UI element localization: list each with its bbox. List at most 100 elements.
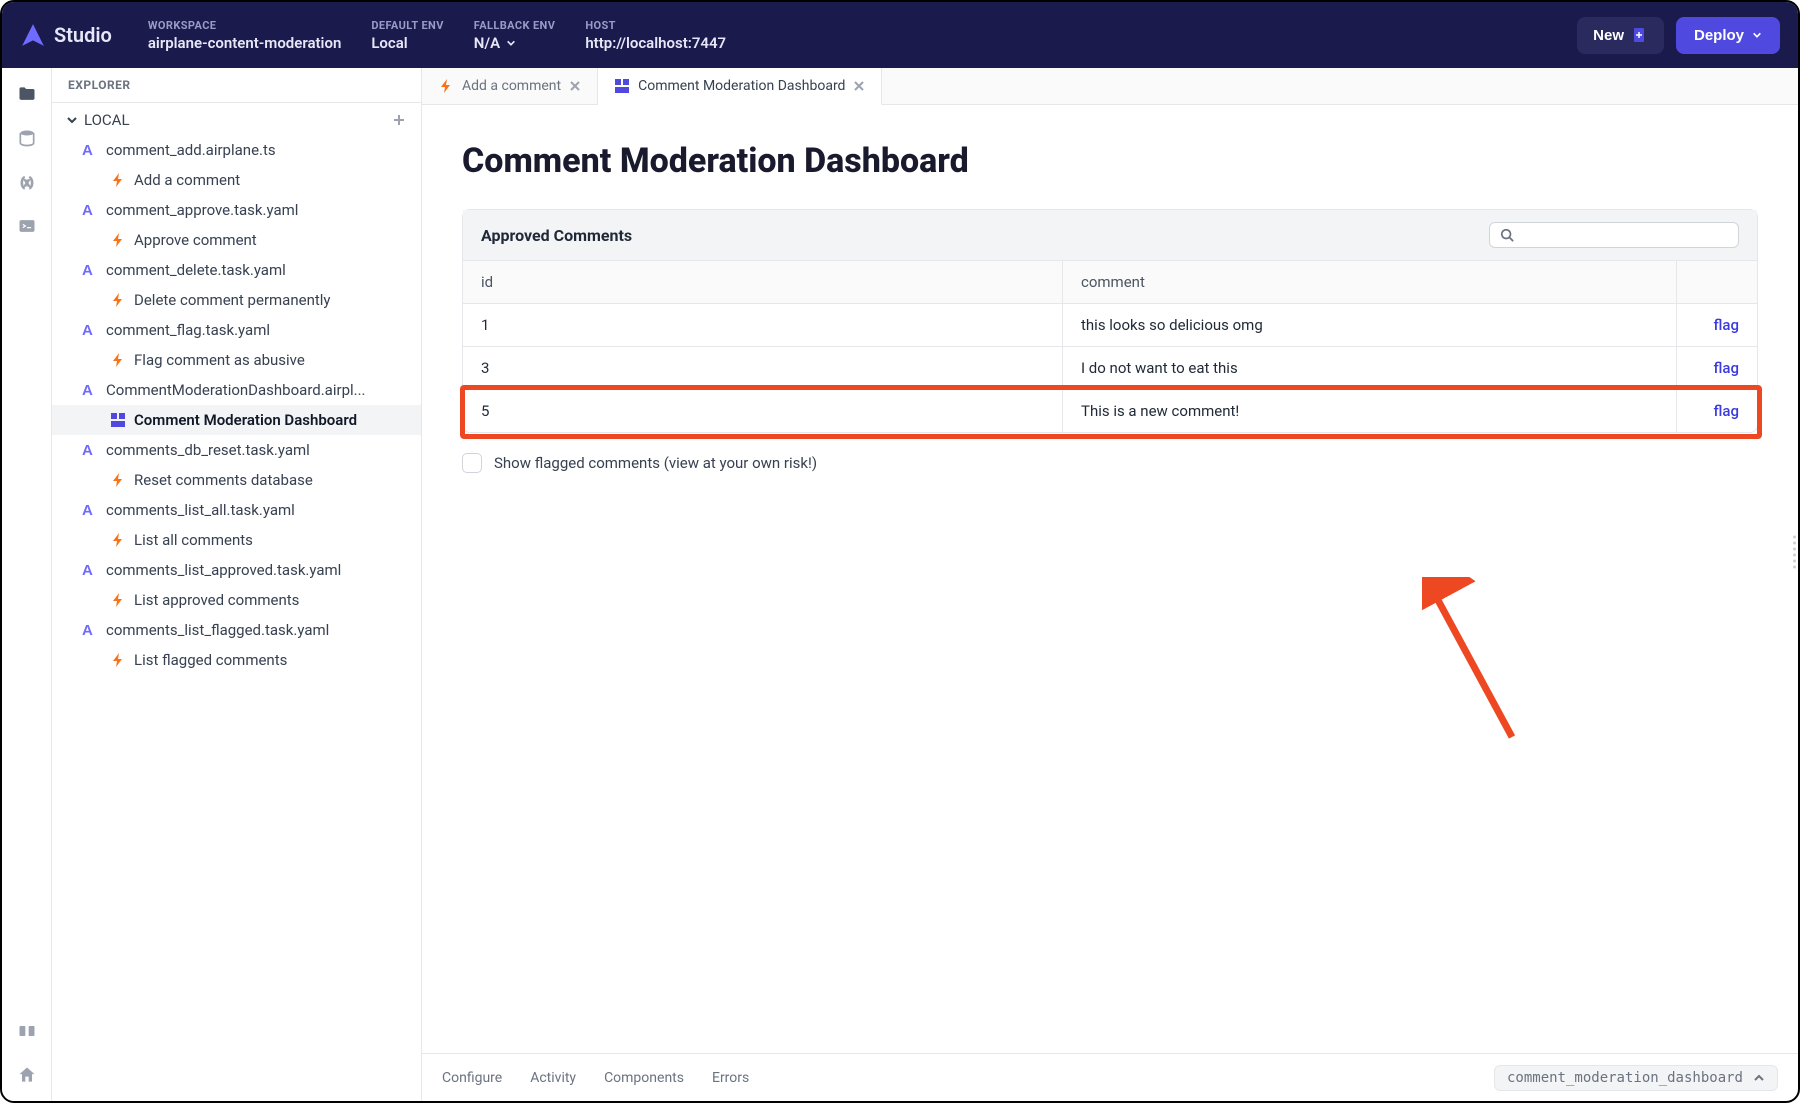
table-row[interactable]: 5This is a new comment! flag: [463, 390, 1757, 432]
explorer-task-item[interactable]: Flag comment as abusive: [52, 345, 421, 375]
explorer-task-item[interactable]: List all comments: [52, 525, 421, 555]
explorer-file[interactable]: Acomment_delete.task.yaml: [52, 255, 421, 285]
airplane-file-icon: A: [82, 622, 98, 638]
explorer-task-item[interactable]: Delete comment permanently: [52, 285, 421, 315]
airplane-file-icon: A: [82, 502, 98, 518]
bolt-icon: [110, 592, 126, 608]
column-header-id[interactable]: id: [463, 261, 1063, 303]
airplane-file-icon: A: [82, 382, 98, 398]
bolt-icon: [110, 532, 126, 548]
chevron-down-icon: [66, 114, 78, 126]
deploy-button[interactable]: Deploy: [1676, 17, 1780, 54]
tabstrip: Add a commentComment Moderation Dashboar…: [422, 68, 1798, 105]
bottom-tab-configure[interactable]: Configure: [442, 1070, 502, 1086]
table-search[interactable]: [1489, 222, 1739, 248]
explorer-file[interactable]: Acomment_add.airplane.ts: [52, 135, 421, 165]
column-header-comment[interactable]: comment: [1063, 261, 1677, 303]
approved-comments-table: Approved Comments id comment 1this looks…: [462, 209, 1758, 433]
chevron-down-icon: [1752, 30, 1762, 40]
search-icon: [1500, 228, 1514, 242]
content-area: Comment Moderation Dashboard Approved Co…: [422, 105, 1798, 1053]
svg-text:(x): (x): [20, 176, 33, 189]
close-icon[interactable]: [853, 80, 865, 92]
app-name: Studio: [54, 23, 112, 47]
bolt-icon: [110, 232, 126, 248]
bolt-icon: [110, 352, 126, 368]
folder-icon[interactable]: [17, 84, 37, 104]
page-title: Comment Moderation Dashboard: [462, 141, 1758, 181]
flag-button[interactable]: flag: [1714, 359, 1739, 377]
explorer-task-item[interactable]: List flagged comments: [52, 645, 421, 675]
topbar: Studio WORKSPACE airplane-content-modera…: [2, 2, 1798, 68]
airplane-file-icon: A: [82, 442, 98, 458]
bolt-icon: [110, 652, 126, 668]
annotation-arrow: [1422, 577, 1542, 747]
explorer-group-local[interactable]: LOCAL: [52, 105, 421, 135]
explorer-task-item[interactable]: Add a comment: [52, 165, 421, 195]
panels-icon[interactable]: [17, 1021, 37, 1041]
tab[interactable]: Comment Moderation Dashboard: [598, 68, 882, 105]
home-icon[interactable]: [17, 1065, 37, 1085]
dashboard-icon: [614, 78, 630, 94]
airplane-file-icon: A: [82, 262, 98, 278]
dashboard-icon: [110, 412, 126, 428]
close-icon[interactable]: [569, 80, 581, 92]
bottom-tab-activity[interactable]: Activity: [530, 1070, 576, 1086]
table-title: Approved Comments: [481, 226, 632, 245]
variable-icon[interactable]: (x): [17, 172, 37, 192]
explorer-file[interactable]: Acomments_list_all.task.yaml: [52, 495, 421, 525]
database-icon[interactable]: [17, 128, 37, 148]
explorer-header: EXPLORER: [52, 68, 421, 103]
tab[interactable]: Add a comment: [422, 68, 598, 104]
explorer-file[interactable]: Acomment_approve.task.yaml: [52, 195, 421, 225]
explorer-file[interactable]: Acomment_flag.task.yaml: [52, 315, 421, 345]
chevron-down-icon: [506, 38, 516, 48]
default-env-indicator[interactable]: DEFAULT ENV Local: [371, 19, 443, 52]
app-logo: Studio: [20, 22, 112, 48]
flag-button[interactable]: flag: [1714, 402, 1739, 420]
view-slug-chip[interactable]: comment_moderation_dashboard: [1494, 1065, 1778, 1091]
fallback-env-indicator[interactable]: FALLBACK ENV N/A: [474, 19, 556, 52]
bolt-icon: [110, 292, 126, 308]
document-plus-icon: [1632, 27, 1648, 43]
bolt-icon: [110, 172, 126, 188]
explorer-file[interactable]: Acomments_list_approved.task.yaml: [52, 555, 421, 585]
chevron-up-icon: [1753, 1072, 1765, 1084]
cell-comment: I do not want to eat this: [1063, 347, 1677, 389]
explorer-task-item[interactable]: List approved comments: [52, 585, 421, 615]
cell-id: 3: [463, 347, 1063, 389]
flag-button[interactable]: flag: [1714, 316, 1739, 334]
table-search-input[interactable]: [1520, 227, 1728, 243]
workspace-indicator[interactable]: WORKSPACE airplane-content-moderation: [148, 19, 341, 52]
cell-comment: this looks so delicious omg: [1063, 304, 1677, 346]
table-row[interactable]: 1this looks so delicious omg flag: [463, 304, 1757, 347]
plus-icon[interactable]: [391, 112, 407, 128]
host-indicator[interactable]: HOST http://localhost:7447: [585, 19, 726, 52]
new-button[interactable]: New: [1577, 17, 1664, 54]
explorer-file[interactable]: Acomments_list_flagged.task.yaml: [52, 615, 421, 645]
show-flagged-checkbox[interactable]: [462, 453, 482, 473]
airplane-file-icon: A: [82, 562, 98, 578]
bottom-bar: Configure Activity Components Errors com…: [422, 1053, 1798, 1101]
airplane-file-icon: A: [82, 322, 98, 338]
table-row[interactable]: 3I do not want to eat this flag: [463, 347, 1757, 390]
cell-id: 5: [463, 390, 1063, 432]
bolt-icon: [110, 472, 126, 488]
icon-rail: (x): [2, 68, 52, 1101]
airplane-file-icon: A: [82, 142, 98, 158]
terminal-icon[interactable]: [17, 216, 37, 236]
explorer-file[interactable]: ACommentModerationDashboard.airpl...: [52, 375, 421, 405]
bolt-icon: [438, 78, 454, 94]
airplane-file-icon: A: [82, 202, 98, 218]
explorer-task-item[interactable]: Approve comment: [52, 225, 421, 255]
explorer-file[interactable]: Acomments_db_reset.task.yaml: [52, 435, 421, 465]
bottom-tab-errors[interactable]: Errors: [712, 1070, 749, 1086]
bottom-tab-components[interactable]: Components: [604, 1070, 684, 1086]
airplane-logo-icon: [20, 22, 46, 48]
cell-comment: This is a new comment!: [1063, 390, 1677, 432]
show-flagged-label: Show flagged comments (view at your own …: [494, 454, 817, 472]
explorer-sidebar: EXPLORER LOCALAcomment_add.airplane.tsAd…: [52, 68, 422, 1101]
explorer-view-item[interactable]: Comment Moderation Dashboard: [52, 405, 421, 435]
explorer-task-item[interactable]: Reset comments database: [52, 465, 421, 495]
cell-id: 1: [463, 304, 1063, 346]
